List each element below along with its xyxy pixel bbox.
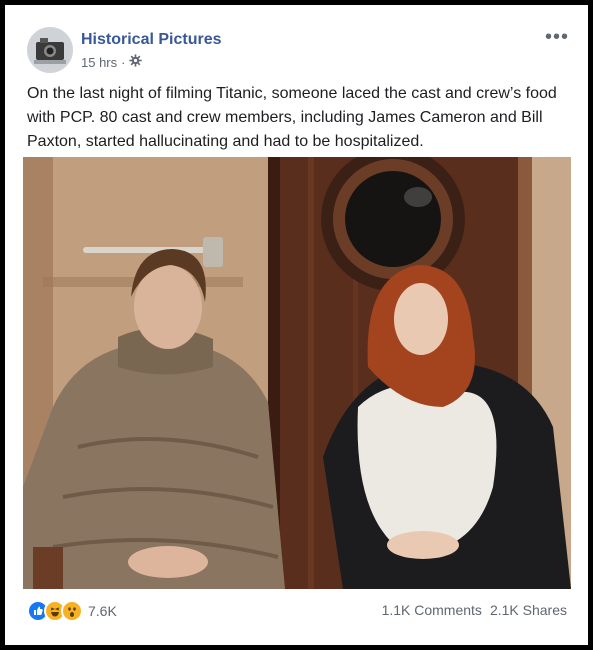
page-avatar[interactable]: [27, 27, 73, 73]
page-name-link[interactable]: Historical Pictures: [81, 31, 222, 49]
comments-count-link[interactable]: 1.1K Comments: [382, 602, 482, 618]
meta-separator: ·: [121, 54, 126, 70]
post-card: Historical Pictures 15 hrs · ••• On the …: [5, 5, 588, 645]
gear-icon[interactable]: [129, 54, 143, 70]
post-timestamp[interactable]: 15 hrs: [81, 55, 117, 70]
photo-illustration: [23, 157, 571, 589]
more-options-icon[interactable]: •••: [545, 27, 569, 47]
post-footer: 7.6K 1.1K Comments 2.1K Shares: [27, 599, 567, 623]
post-meta: 15 hrs ·: [81, 54, 143, 70]
post-photo[interactable]: [23, 157, 571, 589]
post-text: On the last night of filming Titanic, so…: [27, 85, 557, 150]
post-header: Historical Pictures 15 hrs · •••: [27, 27, 569, 77]
wow-icon: [61, 600, 83, 622]
engagement-stats: 1.1K Comments 2.1K Shares: [382, 602, 567, 618]
shares-count-link[interactable]: 2.1K Shares: [490, 602, 567, 618]
reaction-count: 7.6K: [88, 603, 117, 619]
reaction-summary[interactable]: 7.6K: [27, 600, 117, 622]
